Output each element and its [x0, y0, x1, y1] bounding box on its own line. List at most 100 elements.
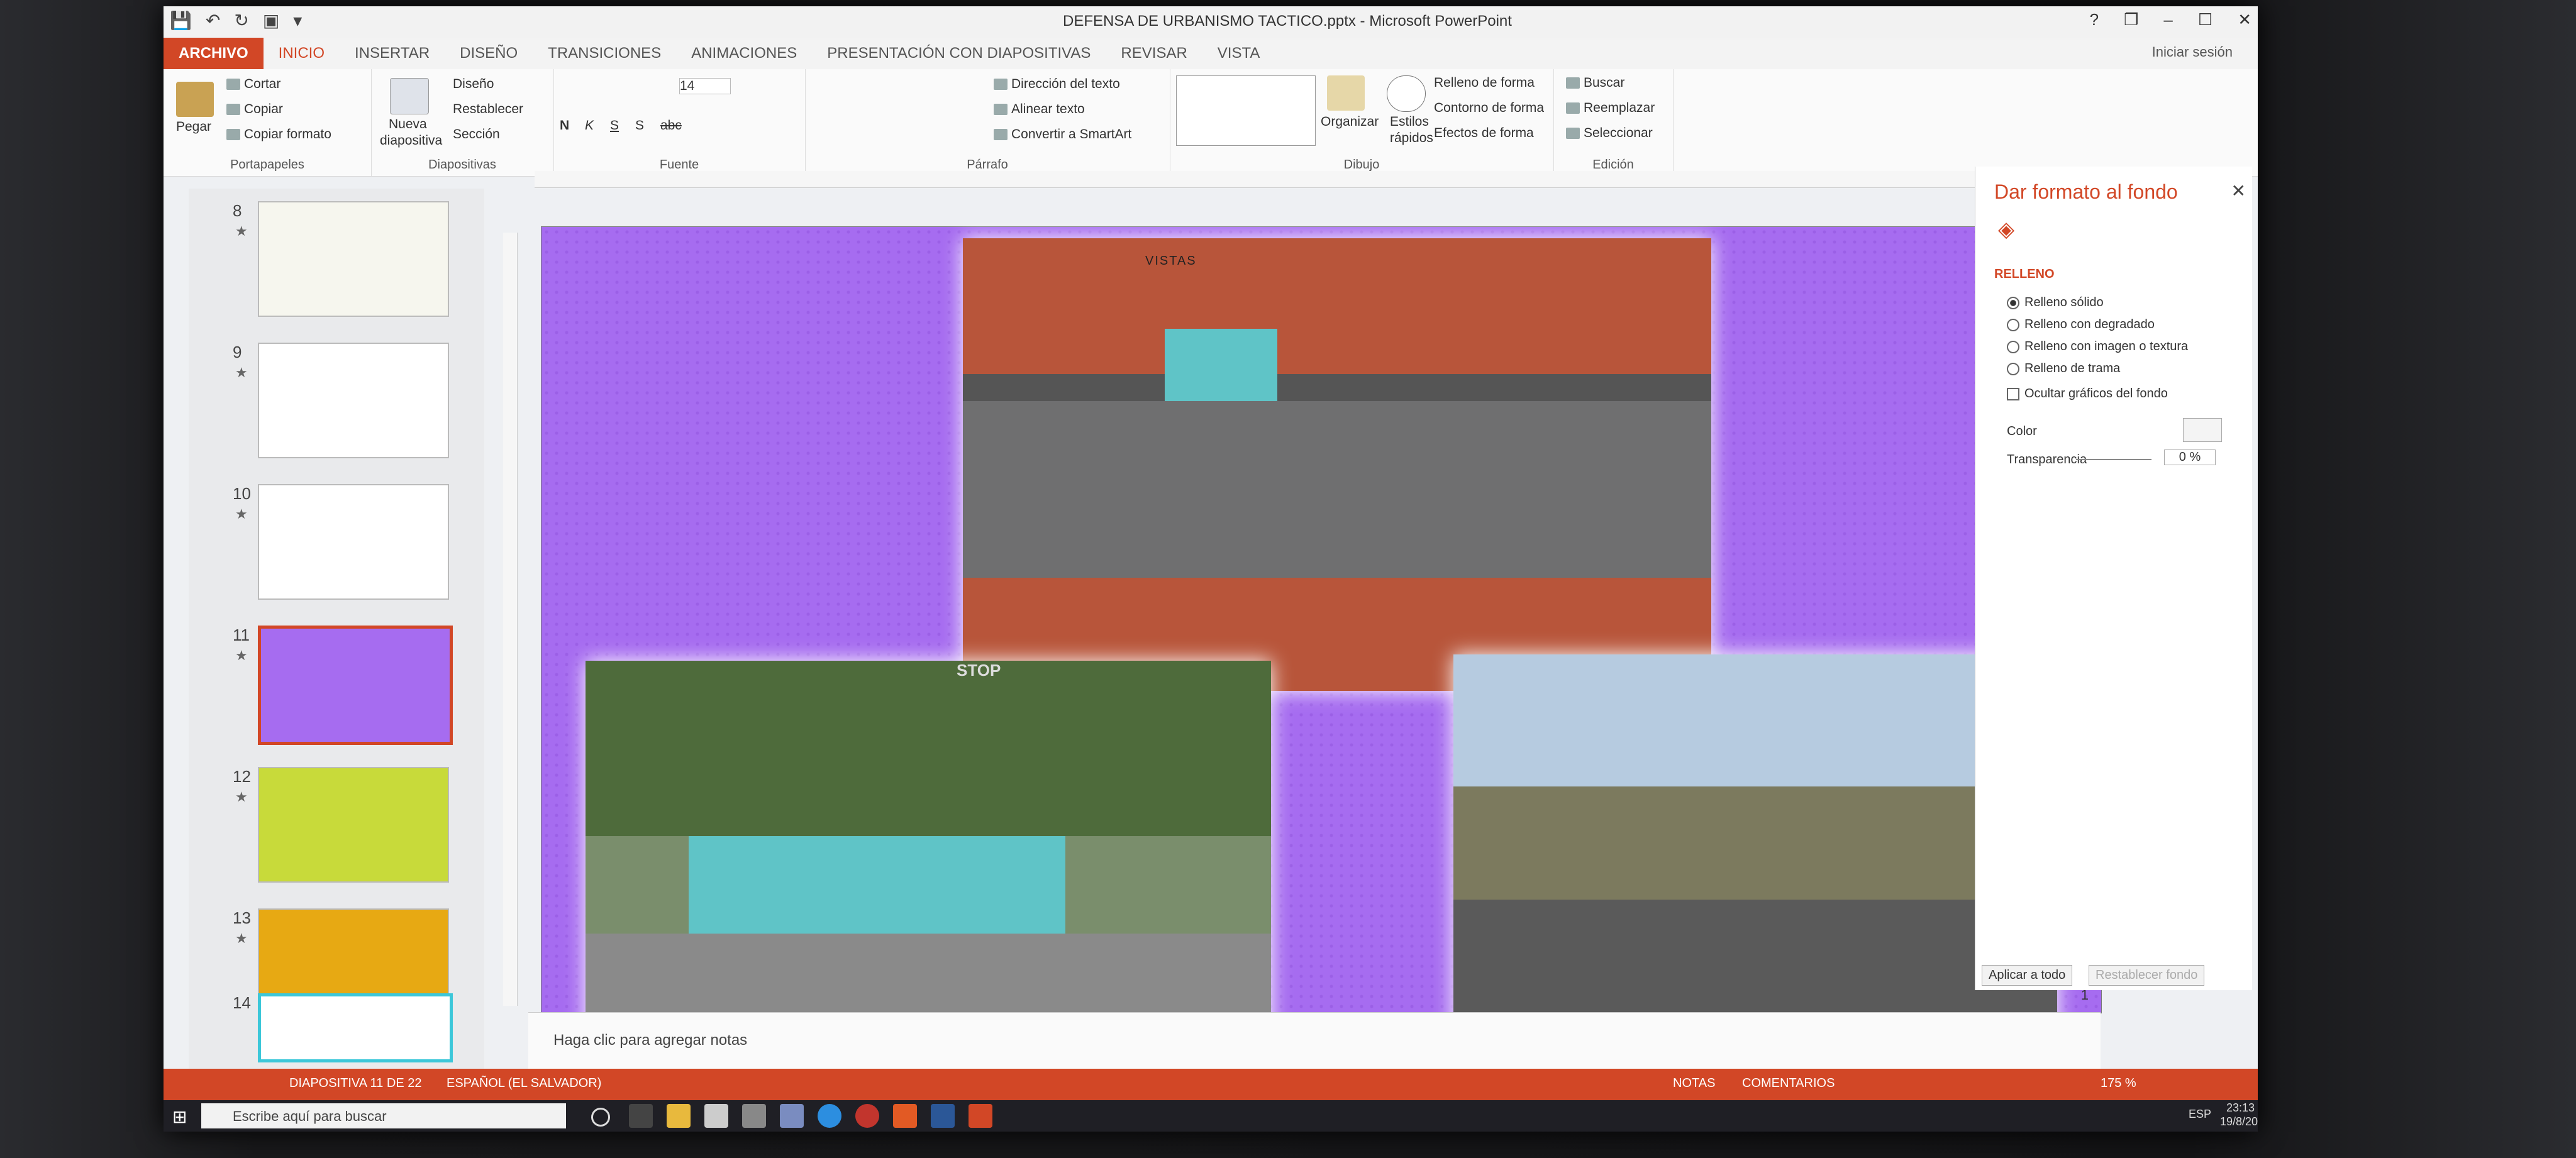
hide-graphics-checkbox[interactable]: Ocultar gráficos del fondo	[2007, 387, 2168, 401]
plaza-perspective-render-image[interactable]	[586, 661, 1271, 1050]
opera-icon[interactable]	[855, 1104, 879, 1128]
text-direction-button[interactable]: Dirección del texto	[994, 77, 1120, 92]
search-placeholder[interactable]: Escribe aquí para buscar	[233, 1108, 387, 1125]
tab-animaciones[interactable]: ANIMACIONES	[676, 38, 812, 69]
mail-icon[interactable]	[704, 1104, 728, 1128]
bold-button[interactable]: N	[560, 118, 569, 133]
find-button[interactable]: Buscar	[1566, 75, 1624, 91]
arrange-icon[interactable]	[1327, 75, 1365, 111]
thumbnail-slide-11[interactable]	[258, 626, 453, 745]
tab-vista[interactable]: VISTA	[1202, 38, 1275, 69]
new-slide-label-2[interactable]: diapositiva	[380, 133, 442, 148]
word-icon[interactable]	[931, 1104, 955, 1128]
paste-icon[interactable]	[176, 82, 214, 117]
tab-transiciones[interactable]: TRANSICIONES	[533, 38, 676, 69]
fill-picture-radio[interactable]: Relleno con imagen o textura	[2007, 339, 2188, 354]
app-icon[interactable]	[780, 1104, 804, 1128]
clock-time[interactable]: 23:13	[2226, 1101, 2255, 1115]
comments-toggle[interactable]: COMENTARIOS	[1742, 1076, 1835, 1091]
tab-diseno[interactable]: DISEÑO	[445, 38, 533, 69]
new-slide-icon[interactable]	[390, 78, 429, 114]
tab-insertar[interactable]: INSERTAR	[340, 38, 445, 69]
fill-gradient-radio[interactable]: Relleno con degradado	[2007, 317, 2155, 332]
thumbnail-slide-10[interactable]	[258, 484, 449, 600]
quick-styles-icon[interactable]	[1387, 75, 1426, 112]
ribbon-options-icon[interactable]: ❐	[2124, 10, 2138, 30]
maximize-button[interactable]: ☐	[2198, 10, 2212, 30]
fill-solid-radio[interactable]: Relleno sólido	[2007, 295, 2104, 310]
reset-button[interactable]: Restablecer	[453, 102, 523, 117]
close-icon[interactable]: ✕	[2231, 180, 2246, 201]
shapes-gallery[interactable]	[1176, 75, 1316, 146]
thumbnail-slide-8[interactable]	[258, 201, 449, 317]
shape-outline-button[interactable]: Contorno de forma	[1434, 101, 1544, 116]
new-slide-label-1[interactable]: Nueva	[389, 117, 427, 132]
transition-star-icon: ★	[235, 648, 248, 663]
close-button[interactable]: ✕	[2238, 10, 2251, 30]
task-view-icon[interactable]	[629, 1104, 653, 1128]
edge-icon[interactable]	[818, 1104, 841, 1128]
arrange-button[interactable]: Organizar	[1321, 114, 1379, 130]
underline-button[interactable]: S	[610, 118, 619, 133]
store-icon[interactable]	[742, 1104, 766, 1128]
input-language[interactable]: ESP	[2189, 1108, 2211, 1121]
clock-date[interactable]: 19/8/2021	[2220, 1115, 2258, 1128]
help-icon[interactable]: ?	[2090, 10, 2099, 30]
format-painter-button[interactable]: Copiar formato	[226, 127, 331, 142]
quick-styles-label-2[interactable]: rápidos	[1390, 131, 1433, 146]
italic-button[interactable]: K	[585, 118, 594, 133]
aerial-street-render-image[interactable]: VISTAS	[963, 238, 1711, 691]
cortana-icon[interactable]	[591, 1108, 610, 1127]
undo-icon[interactable]: ↶	[206, 10, 220, 31]
replace-button[interactable]: Reemplazar	[1566, 101, 1655, 116]
street-perspective-render-image[interactable]	[1453, 654, 2057, 1032]
smartart-button[interactable]: Convertir a SmartArt	[994, 127, 1131, 142]
powerpoint-icon[interactable]	[969, 1104, 992, 1128]
copy-button[interactable]: Copiar	[226, 102, 283, 117]
tab-archivo[interactable]: ARCHIVO	[164, 38, 264, 69]
customize-qat-icon[interactable]: ▾	[293, 10, 302, 31]
cut-button[interactable]: Cortar	[226, 77, 280, 92]
notes-toggle[interactable]: NOTAS	[1673, 1076, 1715, 1091]
shadow-button[interactable]: S	[635, 118, 644, 133]
redo-icon[interactable]: ↻	[234, 10, 248, 31]
vistas-label: VISTAS	[1145, 254, 1197, 268]
apply-all-button[interactable]: Aplicar a todo	[1982, 965, 2073, 986]
start-presentation-icon[interactable]: ▣	[263, 10, 279, 31]
quick-styles-label-1[interactable]: Estilos	[1390, 114, 1429, 130]
thumbnail-slide-9[interactable]	[258, 343, 449, 458]
notes-placeholder[interactable]: Haga clic para agregar notas	[553, 1032, 747, 1049]
tab-presentacion[interactable]: PRESENTACIÓN CON DIAPOSITIVAS	[812, 38, 1106, 69]
taskbar-search-box[interactable]: Escribe aquí para buscar	[201, 1103, 566, 1128]
tab-revisar[interactable]: REVISAR	[1106, 38, 1202, 69]
select-button[interactable]: Seleccionar	[1566, 126, 1653, 141]
section-button[interactable]: Sección	[453, 127, 500, 142]
language-indicator[interactable]: ESPAÑOL (EL SALVADOR)	[447, 1076, 601, 1091]
windows-start-icon[interactable]: ⊞	[172, 1106, 191, 1127]
shape-effects-button[interactable]: Efectos de forma	[1434, 126, 1534, 141]
shape-fill-button[interactable]: Relleno de forma	[1434, 75, 1535, 91]
thumbnail-slide-12[interactable]	[258, 767, 449, 883]
file-explorer-icon[interactable]	[667, 1104, 691, 1128]
tab-inicio[interactable]: INICIO	[264, 38, 340, 69]
save-icon[interactable]: 💾	[170, 10, 192, 31]
brave-icon[interactable]	[893, 1104, 917, 1128]
layout-button[interactable]: Diseño	[453, 77, 494, 92]
transparency-slider[interactable]	[2076, 459, 2151, 460]
paste-button[interactable]: Pegar	[176, 119, 211, 135]
fill-bucket-icon[interactable]: ◈	[1998, 217, 2014, 242]
align-text-button[interactable]: Alinear texto	[994, 102, 1085, 117]
transparency-input[interactable]: 0 %	[2164, 449, 2216, 465]
fill-pattern-radio[interactable]: Relleno de trama	[2007, 361, 2120, 376]
signin-link[interactable]: Iniciar sesión	[2152, 44, 2233, 60]
thumbnail-slide-14[interactable]	[258, 993, 453, 1062]
color-picker-button[interactable]	[2183, 418, 2222, 442]
zoom-level[interactable]: 175 %	[2101, 1076, 2136, 1091]
strikethrough-button[interactable]: abc	[660, 118, 682, 133]
notes-pane[interactable]: Haga clic para agregar notas	[528, 1012, 2101, 1069]
fill-section-header[interactable]: RELLENO	[1994, 267, 2055, 282]
minimize-button[interactable]: –	[2163, 10, 2172, 30]
font-size-select[interactable]: 14	[679, 78, 731, 94]
slide-canvas[interactable]: VISTAS STOP 1	[541, 226, 2102, 1050]
reset-background-button[interactable]: Restablecer fondo	[2089, 965, 2205, 986]
